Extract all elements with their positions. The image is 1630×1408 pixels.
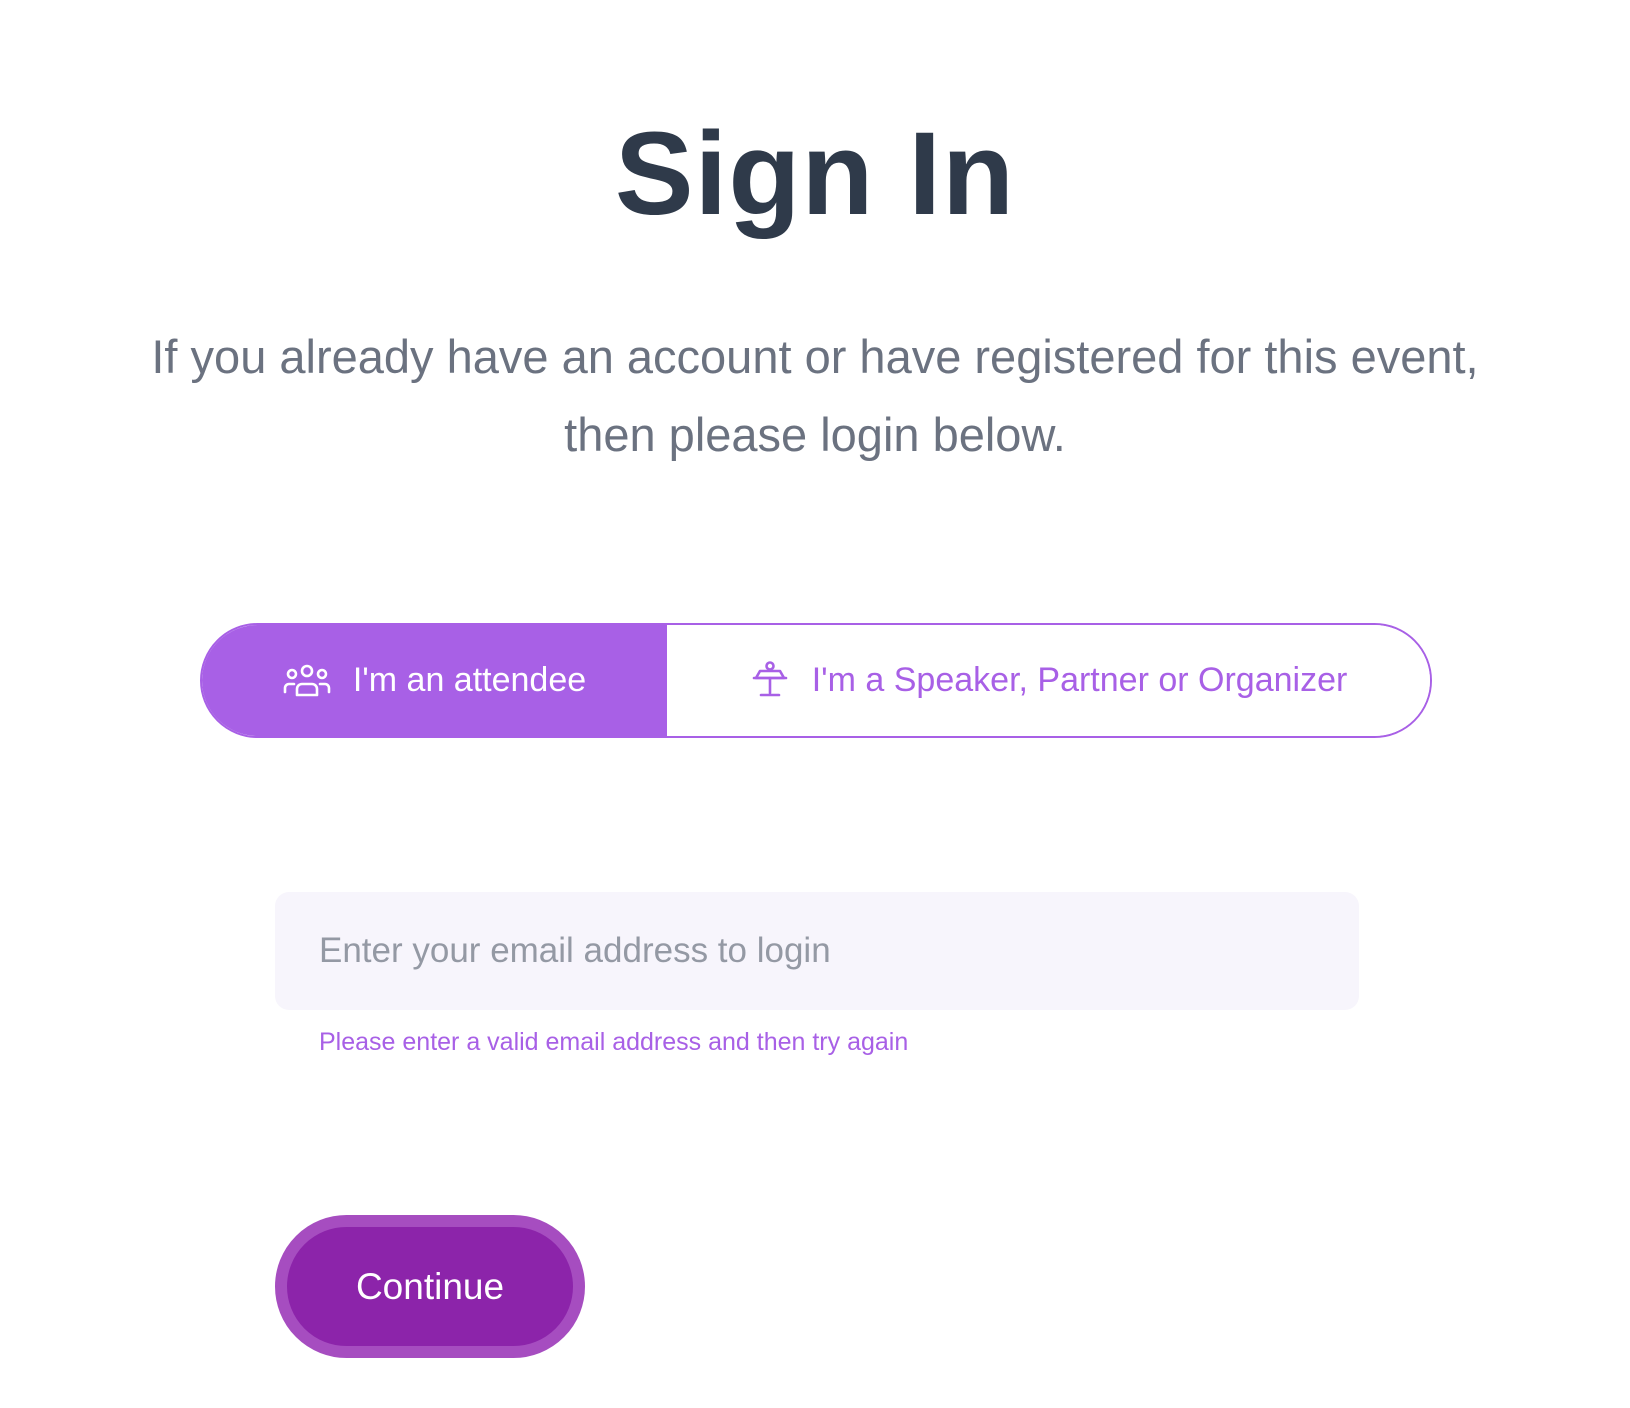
role-toggle: I'm an attendee I'm a Speaker, Partner o…: [200, 623, 1432, 738]
subtitle-line-1: If you already have an account or have r…: [151, 330, 1479, 383]
subtitle-line-2: then please login below.: [564, 408, 1066, 461]
continue-button[interactable]: Continue: [275, 1215, 585, 1358]
page-subtitle: If you already have an account or have r…: [100, 318, 1530, 474]
attendee-option[interactable]: I'm an attendee: [202, 625, 667, 736]
attendee-label: I'm an attendee: [352, 661, 587, 699]
podium-icon: [750, 660, 790, 701]
email-input[interactable]: [275, 892, 1359, 1010]
speaker-label: I'm a Speaker, Partner or Organizer: [811, 661, 1348, 699]
email-error-message: Please enter a valid email address and t…: [319, 1028, 909, 1056]
page-title: Sign In: [614, 108, 1016, 240]
speaker-partner-organizer-option[interactable]: I'm a Speaker, Partner or Organizer: [667, 625, 1430, 736]
users-icon: [283, 663, 331, 699]
